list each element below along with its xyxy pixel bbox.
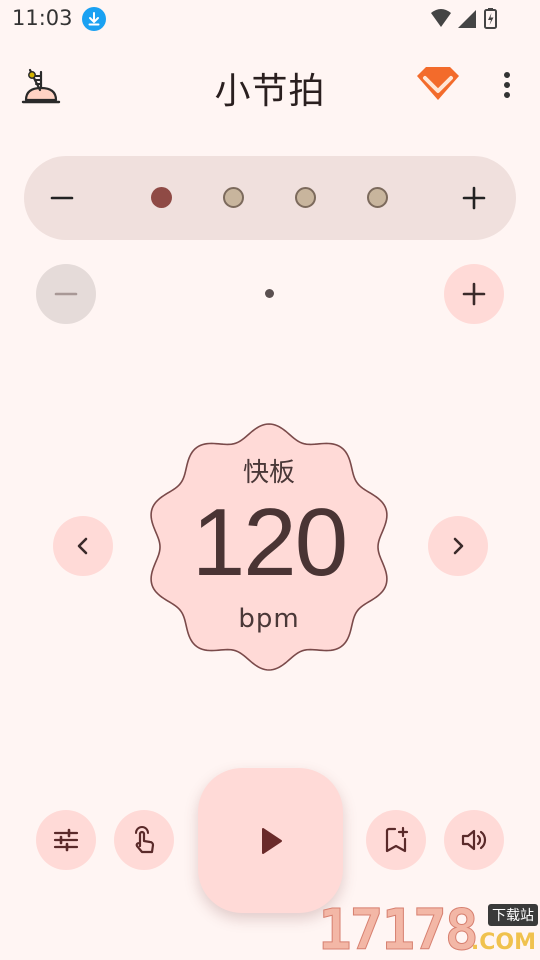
beats-decrease-button[interactable] <box>42 178 82 218</box>
minus-icon <box>54 292 78 296</box>
wifi-icon <box>431 9 451 27</box>
more-vert-icon <box>504 72 510 98</box>
tempo-display[interactable]: 快板 120 bpm <box>142 418 396 676</box>
sound-button[interactable] <box>444 810 504 870</box>
play-icon <box>261 827 282 854</box>
signal-icon <box>458 10 476 28</box>
subdivision-decrease-button[interactable] <box>36 264 96 324</box>
more-options-button[interactable] <box>494 66 520 106</box>
subdivision-increase-button[interactable] <box>444 264 504 324</box>
chevron-right-icon <box>453 537 464 555</box>
beat-dot-3[interactable] <box>295 187 316 208</box>
download-icon <box>82 7 106 31</box>
beat-dot-4[interactable] <box>367 187 388 208</box>
status-bar: 11:03 <box>0 0 540 38</box>
status-time: 11:03 <box>12 6 73 30</box>
plus-icon <box>462 186 486 210</box>
bookmark-add-icon <box>385 826 409 853</box>
beat-dot-2[interactable] <box>223 187 244 208</box>
touch-icon <box>135 826 155 854</box>
app-bar: 小节拍 <box>0 48 540 124</box>
watermark-number: 17178 <box>318 898 480 960</box>
tune-icon <box>53 828 79 852</box>
tempo-marking: 快板 <box>242 458 295 488</box>
status-icons <box>430 8 502 30</box>
settings-button[interactable] <box>36 810 96 870</box>
premium-button[interactable] <box>414 62 462 106</box>
tempo-decrease-button[interactable] <box>53 516 113 576</box>
bpm-value: 120 <box>191 489 348 596</box>
tempo-increase-button[interactable] <box>428 516 488 576</box>
tap-tempo-button[interactable] <box>114 810 174 870</box>
play-button[interactable] <box>198 768 343 913</box>
volume-up-icon <box>461 829 487 851</box>
plus-icon <box>462 282 486 306</box>
subdivision-dot <box>265 289 274 298</box>
beat-dot-1[interactable] <box>151 187 172 208</box>
bpm-unit: bpm <box>238 604 300 634</box>
premium-diamond-icon <box>417 67 459 100</box>
watermark-tag: 下载站 <box>488 904 538 926</box>
battery-icon <box>484 8 497 29</box>
beats-increase-button[interactable] <box>454 178 494 218</box>
beats-per-bar-control <box>24 156 516 240</box>
bookmark-add-button[interactable] <box>366 810 426 870</box>
chevron-left-icon <box>77 537 88 555</box>
watermark-suffix: .COM <box>470 930 536 955</box>
watermark-logo: 17178 下载站 .COM <box>318 898 540 960</box>
minus-icon <box>50 196 74 200</box>
